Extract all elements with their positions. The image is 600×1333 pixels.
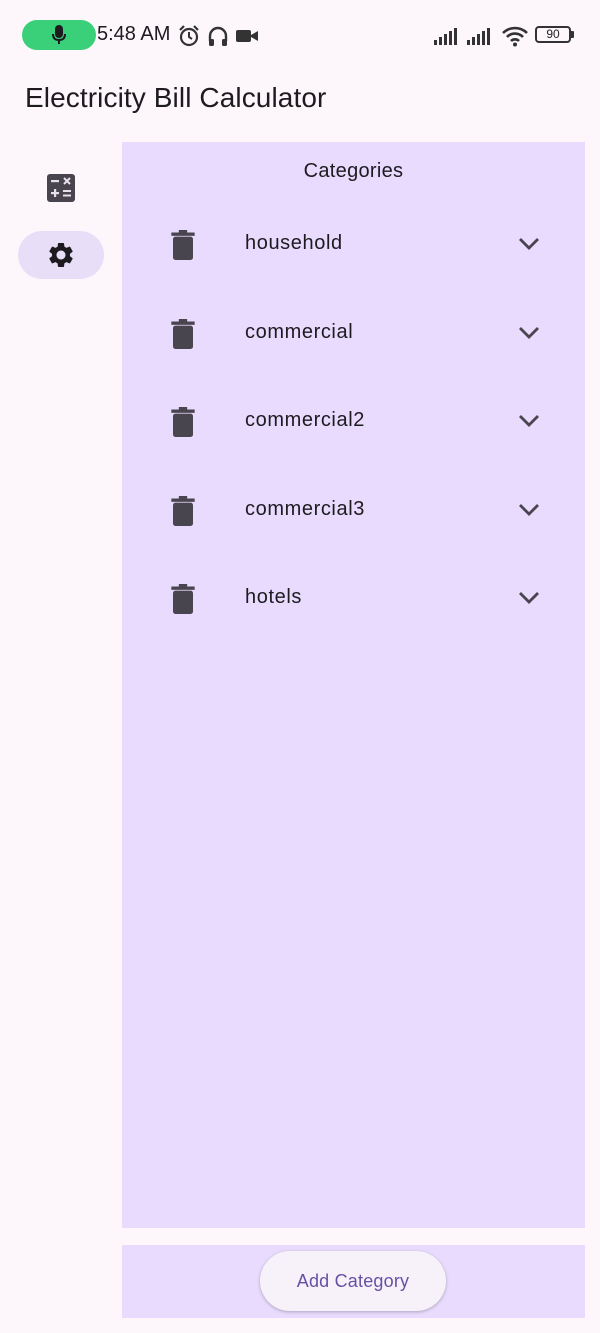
chevron-down-icon[interactable]	[518, 325, 540, 341]
category-row-commercial2[interactable]: commercial2	[122, 377, 585, 466]
calculator-icon	[47, 174, 75, 202]
nav-settings[interactable]	[18, 231, 104, 279]
delete-icon[interactable]	[170, 584, 196, 614]
status-time: 5:48 AM	[97, 23, 171, 45]
signal-icon	[434, 23, 462, 49]
page-title: Electricity Bill Calculator	[25, 82, 327, 113]
categories-heading: Categories	[303, 160, 404, 182]
category-label: commercial2	[245, 409, 365, 431]
settings-gear-icon	[49, 243, 73, 267]
mic-icon	[52, 25, 66, 44]
chevron-down-icon[interactable]	[518, 502, 540, 518]
category-label: household	[245, 232, 343, 254]
chevron-down-icon[interactable]	[518, 236, 540, 252]
categories-list: household commercial commercial2 commerc…	[122, 200, 585, 643]
alarm-icon	[178, 23, 200, 49]
category-row-commercial3[interactable]: commercial3	[122, 466, 585, 555]
category-label: commercial3	[245, 497, 365, 520]
category-row-commercial[interactable]: commercial	[122, 289, 585, 378]
bottom-bar: Add Category	[122, 1245, 585, 1318]
delete-icon[interactable]	[170, 230, 196, 260]
wifi-icon	[501, 23, 529, 49]
status-bar: 5:48 AM 90	[0, 0, 600, 70]
nav-calculator[interactable]	[18, 164, 104, 212]
delete-icon[interactable]	[170, 407, 196, 437]
chevron-down-icon[interactable]	[518, 413, 540, 429]
video-camera-icon	[236, 23, 258, 49]
chevron-down-icon[interactable]	[518, 590, 540, 606]
mic-indicator	[22, 20, 96, 50]
categories-panel: Categories household commercial commerci…	[122, 142, 585, 1228]
category-label: hotels	[245, 586, 302, 608]
headphones-icon	[207, 23, 229, 49]
battery-icon: 90	[535, 26, 574, 43]
signal-icon	[467, 23, 495, 49]
category-label: commercial	[245, 320, 354, 343]
delete-icon[interactable]	[170, 318, 196, 349]
delete-icon[interactable]	[170, 495, 196, 526]
add-category-button[interactable]: Add Category	[260, 1251, 446, 1311]
category-row-household[interactable]: household	[122, 200, 585, 289]
category-row-hotels[interactable]: hotels	[122, 554, 585, 643]
